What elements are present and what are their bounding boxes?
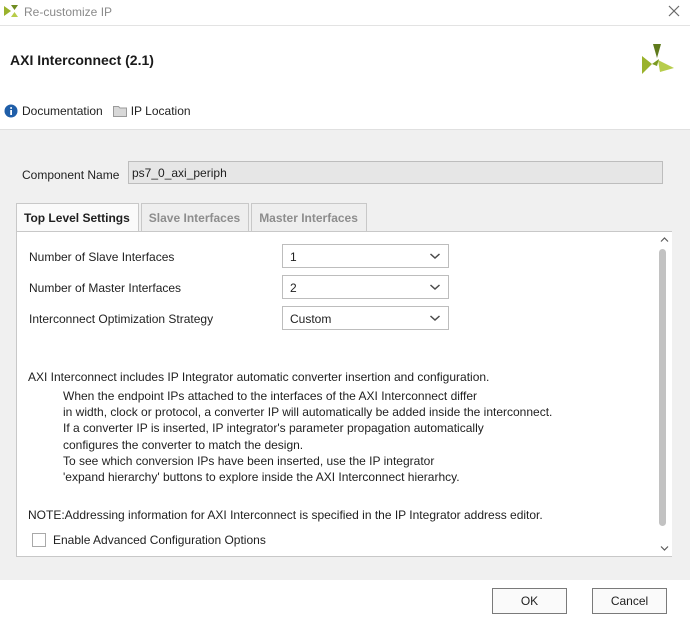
component-name-label: Component Name bbox=[22, 168, 120, 182]
toolbar: Documentation IP Location bbox=[4, 102, 201, 120]
advanced-config-checkbox[interactable] bbox=[32, 533, 46, 547]
num-master-select[interactable]: 2 bbox=[282, 275, 449, 299]
description-line: If a converter IP is inserted, IP integr… bbox=[63, 421, 484, 435]
tab-content: Number of Slave Interfaces 1 Number of M… bbox=[16, 231, 672, 557]
strategy-value: Custom bbox=[290, 312, 332, 326]
strategy-label: Interconnect Optimization Strategy bbox=[29, 312, 214, 326]
advanced-config-label: Enable Advanced Configuration Options bbox=[53, 533, 266, 547]
info-icon bbox=[4, 104, 18, 118]
folder-icon bbox=[112, 106, 127, 117]
close-icon[interactable] bbox=[664, 1, 684, 21]
description-note: NOTE:Addressing information for AXI Inte… bbox=[28, 508, 543, 522]
strategy-select[interactable]: Custom bbox=[282, 306, 449, 330]
num-master-value: 2 bbox=[290, 281, 297, 295]
chevron-up-icon[interactable] bbox=[660, 236, 669, 243]
component-name-field[interactable] bbox=[128, 161, 663, 184]
description-line: To see which conversion IPs have been in… bbox=[63, 454, 435, 468]
cancel-button[interactable]: Cancel bbox=[592, 588, 667, 614]
num-slave-value: 1 bbox=[290, 250, 297, 264]
ip-location-link[interactable]: IP Location bbox=[112, 104, 191, 118]
xilinx-logo-icon bbox=[642, 44, 674, 74]
vivado-logo-icon bbox=[4, 5, 18, 17]
tab-top-level-settings[interactable]: Top Level Settings bbox=[16, 203, 139, 232]
advanced-config-option[interactable]: Enable Advanced Configuration Options bbox=[32, 533, 266, 547]
num-master-label: Number of Master Interfaces bbox=[29, 281, 182, 295]
description-line: in width, clock or protocol, a converter… bbox=[63, 405, 553, 419]
description-line: 'expand hierarchy' buttons to explore in… bbox=[63, 470, 460, 484]
chevron-down-icon[interactable] bbox=[660, 545, 669, 552]
tab-strip: Top Level Settings Slave Interfaces Mast… bbox=[16, 203, 369, 232]
ok-button[interactable]: OK bbox=[492, 588, 567, 614]
chevron-down-icon bbox=[430, 315, 440, 322]
documentation-label: Documentation bbox=[22, 104, 103, 118]
scrollbar-thumb[interactable] bbox=[659, 249, 666, 526]
documentation-link[interactable]: Documentation bbox=[4, 104, 103, 118]
description-line: configures the converter to match the de… bbox=[63, 438, 304, 452]
vertical-scrollbar[interactable] bbox=[656, 232, 672, 556]
num-slave-select[interactable]: 1 bbox=[282, 244, 449, 268]
ip-title: AXI Interconnect (2.1) bbox=[10, 52, 154, 68]
tab-slave-interfaces[interactable]: Slave Interfaces bbox=[140, 203, 250, 231]
description-line: When the endpoint IPs attached to the in… bbox=[63, 389, 478, 403]
dialog-footer bbox=[0, 580, 690, 628]
ip-location-label: IP Location bbox=[130, 104, 191, 118]
num-slave-label: Number of Slave Interfaces bbox=[29, 250, 175, 264]
description-intro: AXI Interconnect includes IP Integrator … bbox=[28, 370, 490, 384]
chevron-down-icon bbox=[430, 253, 440, 260]
window-title: Re-customize IP bbox=[24, 5, 113, 19]
chevron-down-icon bbox=[430, 284, 440, 291]
title-bar: Re-customize IP bbox=[0, 0, 690, 26]
tab-master-interfaces[interactable]: Master Interfaces bbox=[251, 203, 367, 231]
